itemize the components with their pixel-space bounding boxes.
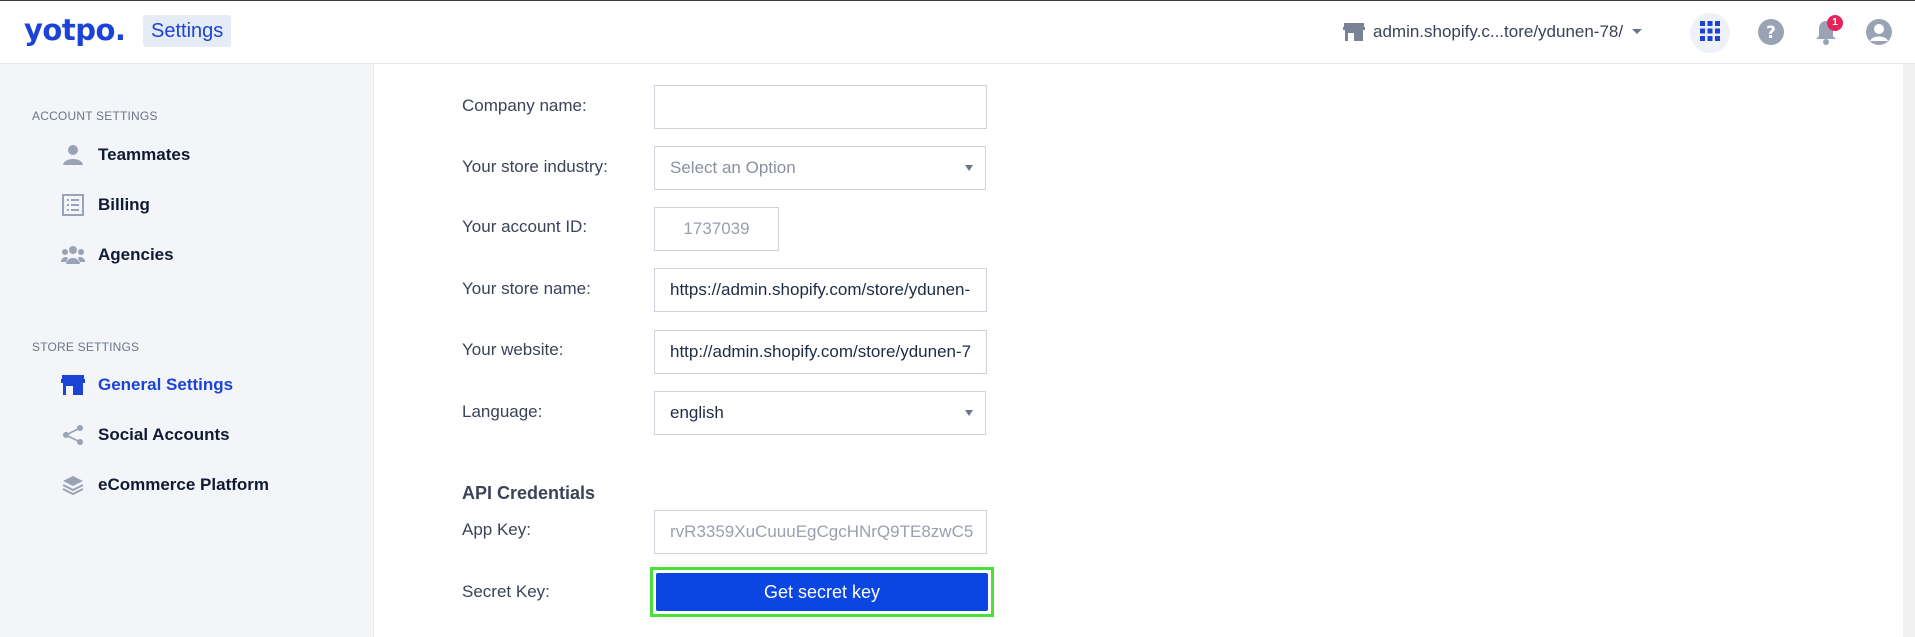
sidebar: ACCOUNT SETTINGS Teammates Billing Agenc… (0, 64, 374, 637)
app-key-field: rvR3359XuCuuuEgCgcHNrQ9TE8zwC5 (654, 510, 987, 554)
help-button[interactable]: ? (1756, 17, 1786, 47)
sidebar-item-teammates[interactable]: Teammates (60, 140, 190, 170)
notifications-button[interactable]: 1 (1811, 15, 1843, 47)
notification-count-badge: 1 (1827, 15, 1843, 31)
api-credentials-title: API Credentials (462, 483, 596, 503)
select-caret-icon (965, 410, 973, 416)
sidebar-item-label: Agencies (98, 245, 174, 264)
layers-icon (60, 472, 86, 498)
help-icon: ? (1758, 19, 1784, 45)
website-input[interactable] (654, 330, 987, 374)
caret-down-icon (1631, 28, 1643, 36)
store-industry-label: Your store industry: (462, 157, 608, 176)
account-id-field: 1737039 (654, 207, 779, 251)
store-name-label: Your store name: (462, 279, 591, 298)
sidebar-item-label: Billing (98, 195, 150, 214)
apps-grid-icon (1700, 20, 1720, 46)
svg-text:?: ? (1766, 23, 1776, 43)
general-settings-form (375, 64, 1900, 637)
language-value: english (670, 403, 724, 422)
storefront-icon (60, 372, 86, 398)
store-selector[interactable]: admin.shopify.c...tore/ydunen-78/ (1343, 17, 1643, 47)
company-name-label: Company name: (462, 96, 587, 115)
sidebar-item-ecommerce-platform[interactable]: eCommerce Platform (60, 470, 269, 500)
yotpo-logo[interactable]: yotpo. (24, 13, 126, 47)
store-industry-select[interactable]: Select an Option (654, 146, 986, 190)
page-scrollbar[interactable] (1903, 64, 1915, 637)
language-label: Language: (462, 402, 543, 421)
app-key-label: App Key: (462, 520, 531, 539)
sidebar-item-label: eCommerce Platform (98, 475, 270, 494)
sidebar-item-billing[interactable]: Billing (60, 190, 150, 220)
account-id-label: Your account ID: (462, 217, 588, 236)
language-select[interactable]: english (654, 391, 986, 435)
store-url-label: admin.shopify.c...tore/ydunen-78/ (1373, 22, 1624, 41)
store-industry-placeholder: Select an Option (670, 158, 796, 177)
user-icon (1866, 19, 1892, 45)
get-secret-key-highlight: Get secret key (650, 567, 994, 617)
sidebar-item-label: Teammates (98, 145, 191, 164)
sidebar-item-agencies[interactable]: Agencies (60, 240, 174, 270)
top-bar: yotpo. Settings admin.shopify.c...tore/y… (0, 0, 1915, 64)
store-settings-heading: STORE SETTINGS (32, 340, 140, 354)
user-menu-button[interactable] (1864, 17, 1894, 47)
store-icon (1343, 22, 1365, 42)
select-caret-icon (965, 165, 973, 171)
company-name-input[interactable] (654, 85, 987, 129)
get-secret-key-button[interactable]: Get secret key (656, 573, 988, 611)
sidebar-item-label: General Settings (98, 375, 234, 394)
apps-grid-button[interactable] (1690, 13, 1730, 53)
person-icon (60, 142, 86, 168)
billing-list-icon (60, 192, 86, 218)
store-name-input[interactable] (654, 268, 987, 312)
account-settings-heading: ACCOUNT SETTINGS (32, 109, 158, 123)
sidebar-item-social-accounts[interactable]: Social Accounts (60, 420, 230, 450)
sidebar-item-general-settings[interactable]: General Settings (60, 370, 233, 400)
share-icon (60, 422, 86, 448)
secret-key-label: Secret Key: (462, 582, 550, 601)
group-icon (60, 242, 86, 268)
settings-title: Settings (143, 15, 232, 47)
website-label: Your website: (462, 340, 564, 359)
sidebar-item-label: Social Accounts (98, 425, 230, 444)
